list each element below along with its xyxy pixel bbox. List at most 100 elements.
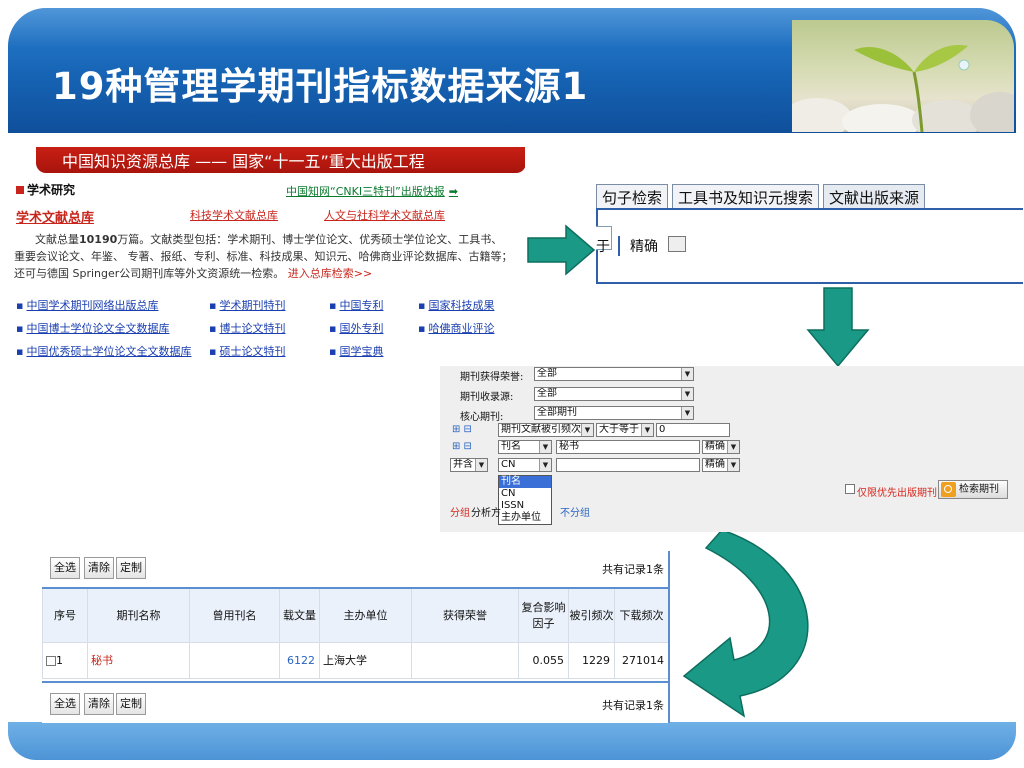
clear-button-bottom[interactable]: 清除 — [84, 693, 114, 715]
cn-field-select[interactable]: CN ▼ — [498, 458, 552, 472]
honor-label: 期刊获得荣誉: — [460, 372, 524, 383]
arrow-right-icon — [527, 224, 596, 276]
tab-humanities-literature[interactable]: 人文与社科学术文献总库 — [324, 207, 445, 223]
link-guoxue[interactable]: 国学宝典 — [329, 343, 383, 359]
row-index-cell: 1 — [42, 641, 88, 679]
add-remove-icon[interactable]: ⊞ ⊟ — [452, 424, 472, 435]
cite-value-input[interactable]: 0 — [656, 423, 730, 437]
arrow-right-icon: ➡ — [448, 185, 458, 198]
priority-checkbox[interactable] — [845, 484, 855, 494]
index-source-select[interactable]: 全部 ▼ — [534, 387, 694, 401]
honor-select-value: 全部 — [537, 368, 557, 379]
core-journal-select-value: 全部期刊 — [537, 407, 577, 418]
column-header[interactable]: 下载频次 — [614, 587, 669, 643]
chevron-down-icon: ▼ — [581, 424, 593, 436]
link-journal-db[interactable]: 中国学术期刊网络出版总库 — [16, 297, 158, 313]
search-box-area — [596, 208, 1023, 284]
column-header[interactable]: 载文量 — [279, 587, 320, 643]
cn-value-input[interactable] — [556, 458, 700, 472]
field-dropdown-list: 刊名 CN ISSN 主办单位 — [498, 475, 552, 525]
column-header[interactable]: 主办单位 — [319, 587, 412, 643]
chevron-down-icon: ▼ — [539, 459, 551, 471]
honors-cell — [411, 641, 519, 679]
download-count-cell: 271014 — [614, 641, 669, 679]
dropdown-option[interactable]: 主办单位 — [499, 512, 551, 524]
square-bullet-icon — [16, 186, 24, 194]
search-journal-label: 检索期刊 — [959, 484, 999, 495]
link-journal-special[interactable]: 学术期刊特刊 — [209, 297, 285, 313]
table-row: 1 秘书 6122 上海大学 0.055 1229 271014 — [42, 641, 669, 679]
name-field-value: 刊名 — [501, 441, 521, 452]
tab-academic-literature[interactable]: 学术文献总库 — [16, 207, 94, 226]
tab-publication-source[interactable]: 文献出版来源 — [823, 184, 926, 211]
impact-factor-cell: 0.055 — [518, 641, 569, 679]
chevron-down-icon: ▼ — [539, 441, 551, 453]
link-master-db[interactable]: 中国优秀硕士学位论文全文数据库 — [16, 343, 191, 359]
footer-bar — [8, 722, 1016, 760]
add-remove-icon[interactable]: ⊞ ⊟ — [452, 441, 472, 452]
column-header[interactable]: 曾用刊名 — [189, 587, 280, 643]
tab-reference-search[interactable]: 工具书及知识元搜索 — [672, 184, 820, 211]
link-cn-patent[interactable]: 中国专利 — [329, 297, 383, 313]
core-journal-select[interactable]: 全部期刊 ▼ — [534, 406, 694, 420]
match-select[interactable]: 精确 — [630, 236, 658, 256]
row-checkbox[interactable] — [46, 655, 56, 666]
search-tabs-panel: 句子检索 工具书及知识元搜索 文献出版来源 于 精确 — [596, 180, 1024, 284]
cn-match-value: 精确 — [705, 459, 725, 470]
cn-match-select[interactable]: 精确 ▼ — [702, 458, 740, 472]
cite-operator-select[interactable]: 大于等于 ▼ — [596, 423, 654, 437]
link-doctoral-db[interactable]: 中国博士学位论文全文数据库 — [16, 320, 169, 336]
divider — [618, 236, 620, 256]
column-header[interactable]: 被引频次 — [568, 587, 615, 643]
no-group-link[interactable]: 不分组 — [560, 504, 590, 519]
logic-value: 并含 — [453, 459, 473, 470]
link-master-special[interactable]: 硕士论文特刊 — [209, 343, 285, 359]
record-count: 共有记录1条 — [602, 563, 664, 576]
publisher-cell: 上海大学 — [319, 641, 412, 679]
column-header[interactable]: 序号 — [42, 587, 88, 643]
tab-sentence-search[interactable]: 句子检索 — [596, 184, 669, 211]
desc-count: 10190 — [78, 233, 118, 246]
match-dropdown-button[interactable] — [668, 236, 686, 252]
dropdown-option[interactable]: 刊名 — [499, 476, 551, 488]
column-header[interactable]: 获得荣誉 — [411, 587, 519, 643]
enter-search-link[interactable]: 进入总库检索>> — [288, 267, 372, 280]
clear-button[interactable]: 清除 — [84, 557, 114, 579]
customize-button[interactable]: 定制 — [116, 557, 146, 579]
row-index: 1 — [56, 653, 63, 667]
cn-field-value: CN — [501, 459, 516, 470]
logic-select[interactable]: 并含 ▼ — [450, 458, 488, 472]
chevron-down-icon: ▼ — [681, 407, 693, 419]
honor-select[interactable]: 全部 ▼ — [534, 367, 694, 381]
cnki-source-panel: 中国知识资源总库 —— 国家“十一五”重大出版工程 学术研究 中国知网“CNKI… — [4, 147, 525, 359]
customize-button-bottom[interactable]: 定制 — [116, 693, 146, 715]
journal-name-link[interactable]: 秘书 — [87, 641, 190, 679]
news-link[interactable]: 中国知网“CNKI三特刊”出版快报 ➡ — [286, 183, 458, 199]
select-all-button-bottom[interactable]: 全选 — [50, 693, 80, 715]
dropdown-option[interactable]: CN — [499, 488, 551, 500]
article-count-link[interactable]: 6122 — [279, 641, 320, 679]
slide-title: 19种管理学期刊指标数据来源1 — [52, 65, 589, 108]
name-match-value: 精确 — [705, 441, 725, 452]
chevron-down-icon: ▼ — [475, 459, 487, 471]
link-harvard-review[interactable]: 哈佛商业评论 — [418, 320, 494, 336]
column-header[interactable]: 复合影响因子 — [518, 587, 569, 643]
chevron-down-icon: ▼ — [727, 459, 739, 471]
cite-field-select[interactable]: 期刊文献被引频次 ▼ — [498, 423, 594, 437]
chevron-down-icon: ▼ — [641, 424, 653, 436]
section-heading-text: 学术研究 — [27, 183, 76, 197]
select-all-button[interactable]: 全选 — [50, 557, 80, 579]
search-journal-button[interactable]: 检索期刊 — [938, 480, 1008, 499]
name-field-select[interactable]: 刊名 ▼ — [498, 440, 552, 454]
tab-scitech-literature[interactable]: 科技学术文献总库 — [190, 207, 278, 223]
name-match-select[interactable]: 精确 ▼ — [702, 440, 740, 454]
results-table: 序号 期刊名称 曾用刊名 载文量 主办单位 获得荣誉 复合影响因子 被引频次 下… — [42, 587, 669, 679]
link-foreign-patent[interactable]: 国外专利 — [329, 320, 383, 336]
news-link-text[interactable]: 中国知网“CNKI三特刊”出版快报 — [286, 185, 445, 198]
dropdown-option[interactable]: ISSN — [499, 500, 551, 512]
link-sci-achievements[interactable]: 国家科技成果 — [418, 297, 494, 313]
journal-name-input[interactable]: 秘书 — [556, 440, 700, 454]
link-doctoral-special[interactable]: 博士论文特刊 — [209, 320, 285, 336]
core-journal-label: 核心期刊: — [460, 412, 504, 423]
column-header[interactable]: 期刊名称 — [87, 587, 190, 643]
